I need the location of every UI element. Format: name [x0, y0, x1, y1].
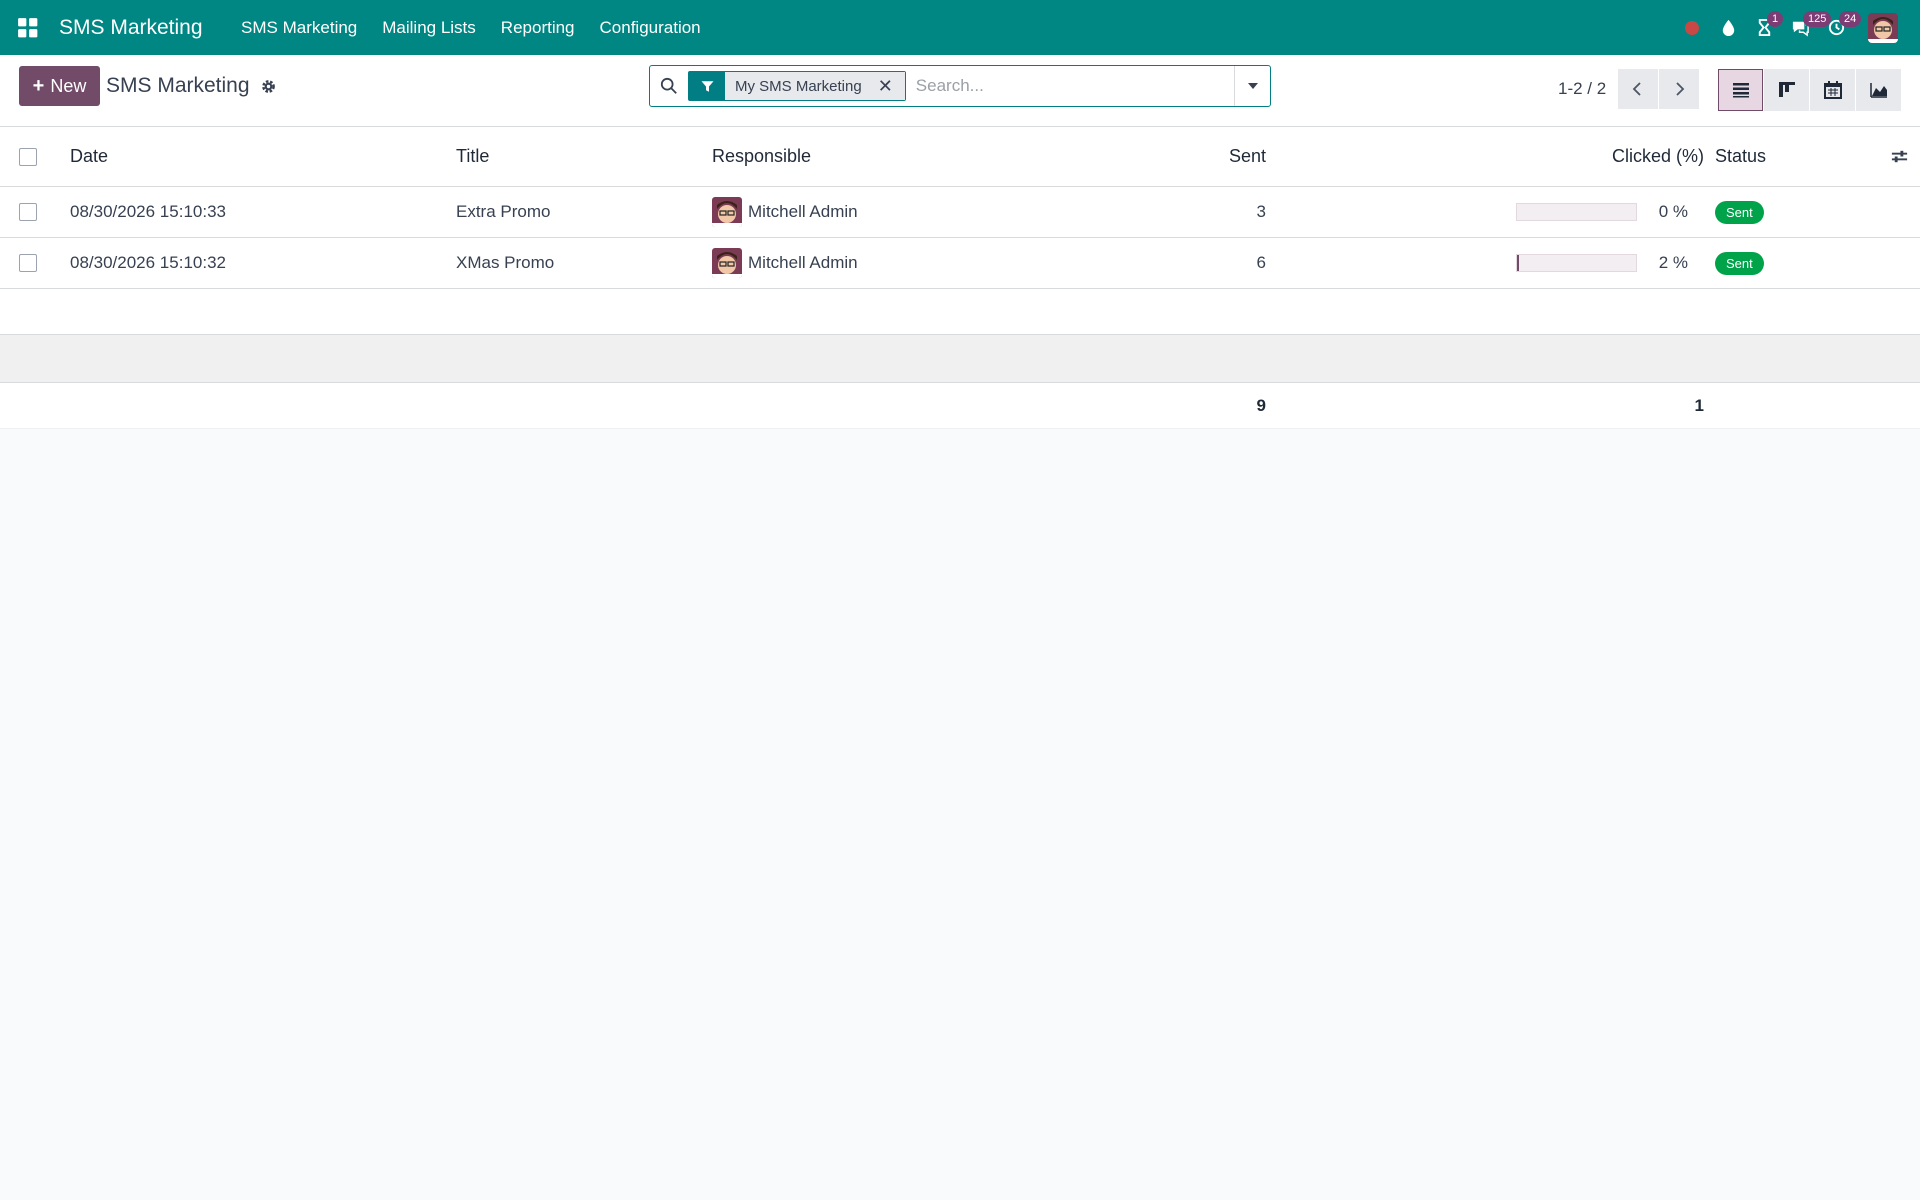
clicked-progress-bar: [1516, 187, 1637, 237]
user-avatar[interactable]: [1868, 12, 1898, 43]
table-header: Date Title Responsible Sent Clicked (%) …: [0, 127, 1920, 187]
recording-indicator[interactable]: [1674, 0, 1710, 55]
cell-sent: 6: [1256, 253, 1266, 272]
total-sent: 9: [1256, 395, 1266, 415]
cell-clicked-pct: 2 %: [1658, 253, 1688, 272]
facet-label: My SMS Marketing: [725, 72, 872, 100]
main-menu: SMS Marketing Mailing Lists Reporting Co…: [229, 0, 714, 55]
cell-status: Sent: [1715, 238, 1764, 288]
filter-icon: [689, 72, 725, 100]
pager-value[interactable]: 1-2 / 2: [1558, 79, 1606, 99]
search-input[interactable]: [915, 76, 1234, 96]
calendar-view-button[interactable]: [1810, 69, 1855, 111]
avatar[interactable]: [712, 197, 742, 227]
menu-configuration[interactable]: Configuration: [587, 0, 713, 55]
search-icon[interactable]: [650, 77, 688, 95]
graph-view-button[interactable]: [1856, 69, 1901, 111]
list-icon: [1732, 83, 1749, 98]
chevron-left-icon: [1632, 82, 1641, 96]
column-responsible[interactable]: Responsible: [712, 127, 811, 186]
search-options-toggle[interactable]: [1234, 66, 1270, 106]
optional-columns-toggle[interactable]: [1890, 127, 1909, 186]
row-checkbox[interactable]: [19, 187, 37, 237]
menu-reporting[interactable]: Reporting: [488, 0, 587, 55]
menu-sms-marketing[interactable]: SMS Marketing: [229, 0, 370, 55]
list-view: Date Title Responsible Sent Clicked (%) …: [0, 127, 1920, 429]
cell-date: 08/30/2026 15:10:32: [70, 253, 226, 272]
view-switcher: [1718, 69, 1902, 111]
list-view-button[interactable]: [1718, 69, 1763, 111]
activity-button[interactable]: 1: [1746, 0, 1784, 55]
column-clicked[interactable]: Clicked (%): [1480, 127, 1704, 186]
area-chart-icon: [1869, 83, 1887, 98]
list-spacer: [0, 335, 1920, 383]
column-title[interactable]: Title: [456, 127, 489, 186]
kanban-icon: [1778, 82, 1795, 97]
column-status[interactable]: Status: [1715, 127, 1766, 186]
messages-button[interactable]: 125: [1782, 0, 1832, 55]
table-row[interactable]: 08/30/2026 15:10:32 XMas Promo Mitchell …: [0, 238, 1920, 289]
total-clicked: 1: [1694, 395, 1704, 415]
updates-badge: 24: [1839, 11, 1862, 27]
updates-button[interactable]: 24: [1818, 0, 1862, 55]
pager-next-button[interactable]: [1659, 69, 1699, 109]
facet-remove-button[interactable]: ✕: [871, 72, 905, 100]
control-panel: + New SMS Marketing My SMS Marketing ✕ 1…: [0, 55, 1920, 127]
new-button[interactable]: + New: [19, 66, 100, 106]
record-dot-icon: [1685, 20, 1699, 35]
search-bar: My SMS Marketing ✕: [649, 65, 1271, 107]
activity-badge: 1: [1767, 11, 1784, 27]
new-button-label: New: [50, 75, 87, 96]
cell-sent: 3: [1256, 202, 1266, 221]
cell-responsible: Mitchell Admin: [712, 187, 858, 237]
responsible-name: Mitchell Admin: [748, 202, 858, 221]
kanban-view-button[interactable]: [1764, 69, 1809, 111]
avatar[interactable]: [712, 248, 742, 278]
column-sent[interactable]: Sent: [1150, 127, 1266, 186]
pager-previous-button[interactable]: [1618, 69, 1658, 109]
select-all-checkbox[interactable]: [19, 127, 37, 186]
page-title: SMS Marketing: [106, 74, 250, 97]
cell-date: 08/30/2026 15:10:33: [70, 202, 226, 221]
top-navbar: SMS Marketing SMS Marketing Mailing List…: [0, 0, 1920, 55]
sliders-icon: [1891, 150, 1908, 163]
breadcrumb: SMS Marketing: [106, 74, 277, 98]
cell-title: XMas Promo: [456, 253, 555, 272]
apps-menu-icon[interactable]: [0, 0, 55, 55]
totals-row: 9 1: [0, 383, 1920, 429]
gear-icon[interactable]: [260, 78, 277, 95]
app-brand[interactable]: SMS Marketing: [59, 16, 203, 40]
empty-row: [0, 289, 1920, 335]
droplet-icon[interactable]: [1710, 0, 1746, 55]
menu-mailing-lists[interactable]: Mailing Lists: [370, 0, 489, 55]
calendar-icon: [1823, 81, 1842, 99]
progress-fill: [1517, 255, 1520, 271]
caret-down-icon: [1247, 83, 1258, 89]
chevron-right-icon: [1676, 82, 1685, 96]
row-checkbox[interactable]: [19, 238, 37, 288]
status-badge: Sent: [1715, 200, 1764, 224]
cell-status: Sent: [1715, 187, 1764, 237]
cell-responsible: Mitchell Admin: [712, 238, 858, 288]
plus-icon: +: [32, 74, 45, 97]
cell-clicked-pct: 0 %: [1658, 202, 1688, 221]
clicked-progress-bar: [1516, 238, 1637, 288]
status-badge: Sent: [1715, 251, 1764, 275]
column-date[interactable]: Date: [70, 127, 108, 186]
cell-title: Extra Promo: [456, 202, 551, 221]
search-facet: My SMS Marketing ✕: [688, 71, 906, 101]
systray: 1 125 24: [1674, 0, 1920, 55]
table-row[interactable]: 08/30/2026 15:10:33 Extra Promo Mitchell…: [0, 187, 1920, 238]
responsible-name: Mitchell Admin: [748, 253, 858, 272]
